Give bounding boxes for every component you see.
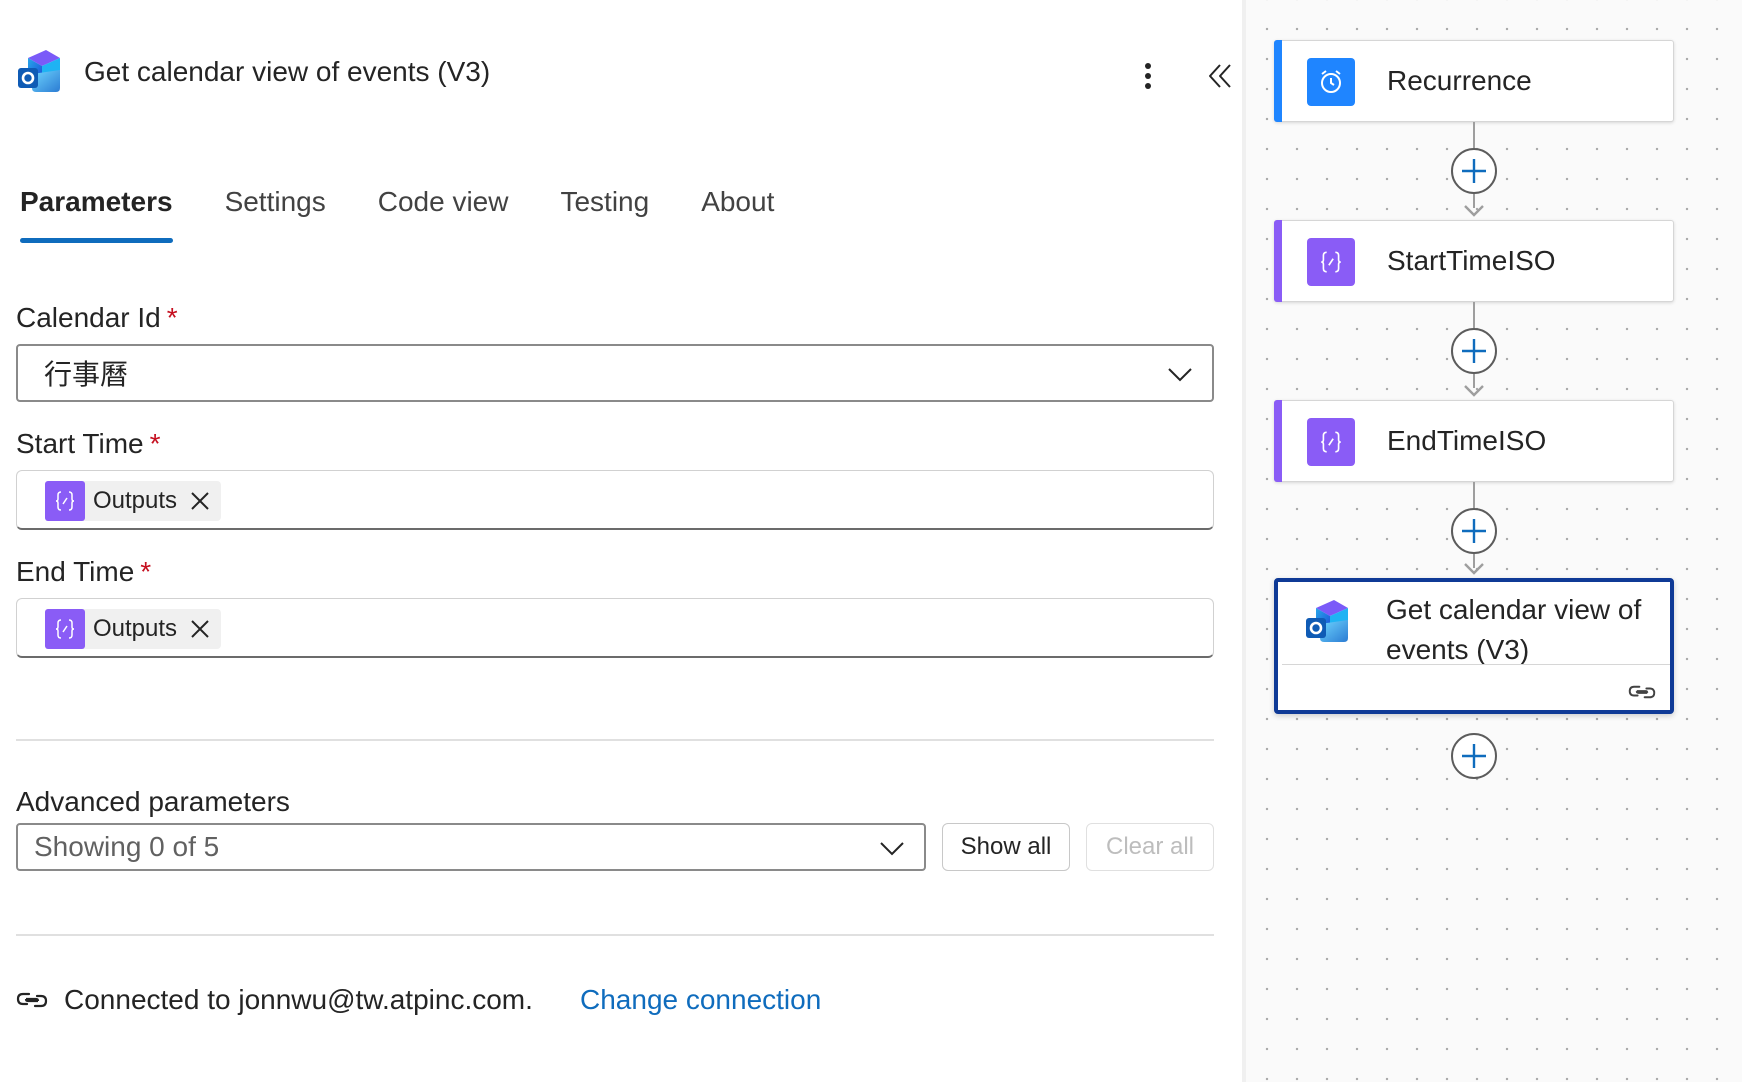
add-step-button[interactable]	[1451, 733, 1497, 779]
node-accent-bar	[1274, 40, 1282, 122]
node-label: StartTimeISO	[1387, 245, 1556, 276]
chevron-down-icon	[880, 842, 904, 856]
show-all-button[interactable]: Show all	[942, 823, 1070, 871]
node-accent-bar	[1274, 400, 1282, 482]
change-connection-link[interactable]: Change connection	[580, 980, 821, 1020]
plus-icon	[1462, 159, 1486, 183]
chevron-down-icon	[1168, 368, 1192, 382]
more-vertical-icon	[1145, 63, 1151, 89]
calendar-id-dropdown[interactable]: 行事曆	[16, 344, 1214, 402]
calendar-id-label-text: Calendar Id	[16, 302, 161, 333]
node-label: Get calendar view of events (V3)	[1386, 594, 1642, 665]
add-step-button[interactable]	[1451, 328, 1497, 374]
connector-line	[1473, 122, 1475, 148]
panel-title: Get calendar view of events (V3)	[84, 56, 491, 87]
outputs-token[interactable]: Outputs	[45, 609, 222, 649]
flow-node-recurrence[interactable]: Recurrence	[1274, 40, 1674, 122]
required-marker: *	[149, 428, 161, 459]
tab-parameters[interactable]: Parameters	[20, 186, 173, 246]
advanced-parameters-label: Advanced parameters	[16, 786, 290, 817]
divider	[16, 739, 1214, 741]
calendar-id-value: 行事曆	[44, 359, 129, 390]
node-label: Recurrence	[1387, 65, 1532, 96]
flow-node-get-calendar-view[interactable]: Get calendar view of events (V3)	[1274, 578, 1674, 714]
outlook-icon	[16, 48, 64, 96]
outputs-token[interactable]: Outputs	[45, 481, 222, 521]
connector-line	[1473, 482, 1475, 508]
variable-icon	[1307, 418, 1355, 466]
required-marker: *	[140, 556, 152, 587]
add-step-button[interactable]	[1451, 148, 1497, 194]
variable-icon	[1307, 238, 1355, 286]
panel-header: Get calendar view of events (V3)	[16, 44, 1231, 100]
link-icon	[16, 992, 48, 1008]
start-time-label-text: Start Time	[16, 428, 144, 459]
clear-all-button: Clear all	[1086, 823, 1214, 871]
node-accent-bar	[1274, 220, 1282, 302]
arrow-down-icon	[1464, 563, 1484, 575]
tab-about[interactable]: About	[701, 186, 774, 246]
plus-icon	[1462, 519, 1486, 543]
tab-code-view[interactable]: Code view	[378, 186, 509, 246]
advanced-parameters-dropdown[interactable]: Showing 0 of 5	[16, 823, 926, 871]
connection-text: Connected to jonnwu@tw.atpinc.com.	[64, 984, 533, 1015]
action-details-panel: Get calendar view of events (V3) Paramet…	[0, 0, 1242, 1082]
token-label: Outputs	[93, 615, 178, 642]
more-options-button[interactable]	[1124, 52, 1172, 100]
tab-settings[interactable]: Settings	[225, 186, 326, 246]
flow-node-endtimeiso[interactable]: EndTimeISO	[1274, 400, 1674, 482]
close-icon[interactable]	[189, 618, 211, 640]
token-label: Outputs	[93, 487, 178, 514]
end-time-label-text: End Time	[16, 556, 135, 587]
connector-line	[1473, 302, 1475, 328]
outlook-icon	[1304, 598, 1352, 646]
node-label: EndTimeISO	[1387, 425, 1547, 456]
start-time-label: Start Time *	[16, 428, 161, 460]
arrow-down-icon	[1464, 385, 1484, 397]
plus-icon	[1462, 744, 1486, 768]
arrow-down-icon	[1464, 205, 1484, 217]
calendar-id-label: Calendar Id *	[16, 302, 178, 334]
start-time-field[interactable]: Outputs	[16, 470, 1214, 530]
double-chevron-left-icon	[1209, 64, 1231, 88]
variable-icon	[45, 481, 85, 521]
end-time-label: End Time *	[16, 556, 151, 588]
add-step-button[interactable]	[1451, 508, 1497, 554]
plus-icon	[1462, 339, 1486, 363]
alarm-clock-icon	[1307, 58, 1355, 106]
node-divider	[1282, 664, 1670, 665]
required-marker: *	[166, 302, 178, 333]
link-icon	[1628, 685, 1656, 699]
close-icon[interactable]	[189, 490, 211, 512]
end-time-field[interactable]: Outputs	[16, 598, 1214, 658]
tab-list: Parameters Settings Code view Testing Ab…	[20, 186, 826, 246]
collapse-panel-button[interactable]	[1196, 52, 1244, 100]
tab-testing[interactable]: Testing	[560, 186, 649, 246]
flow-node-starttimeiso[interactable]: StartTimeISO	[1274, 220, 1674, 302]
variable-icon	[45, 609, 85, 649]
advanced-parameters-value: Showing 0 of 5	[34, 831, 220, 862]
divider	[16, 934, 1214, 936]
connection-info: Connected to jonnwu@tw.atpinc.com.	[16, 980, 533, 1020]
